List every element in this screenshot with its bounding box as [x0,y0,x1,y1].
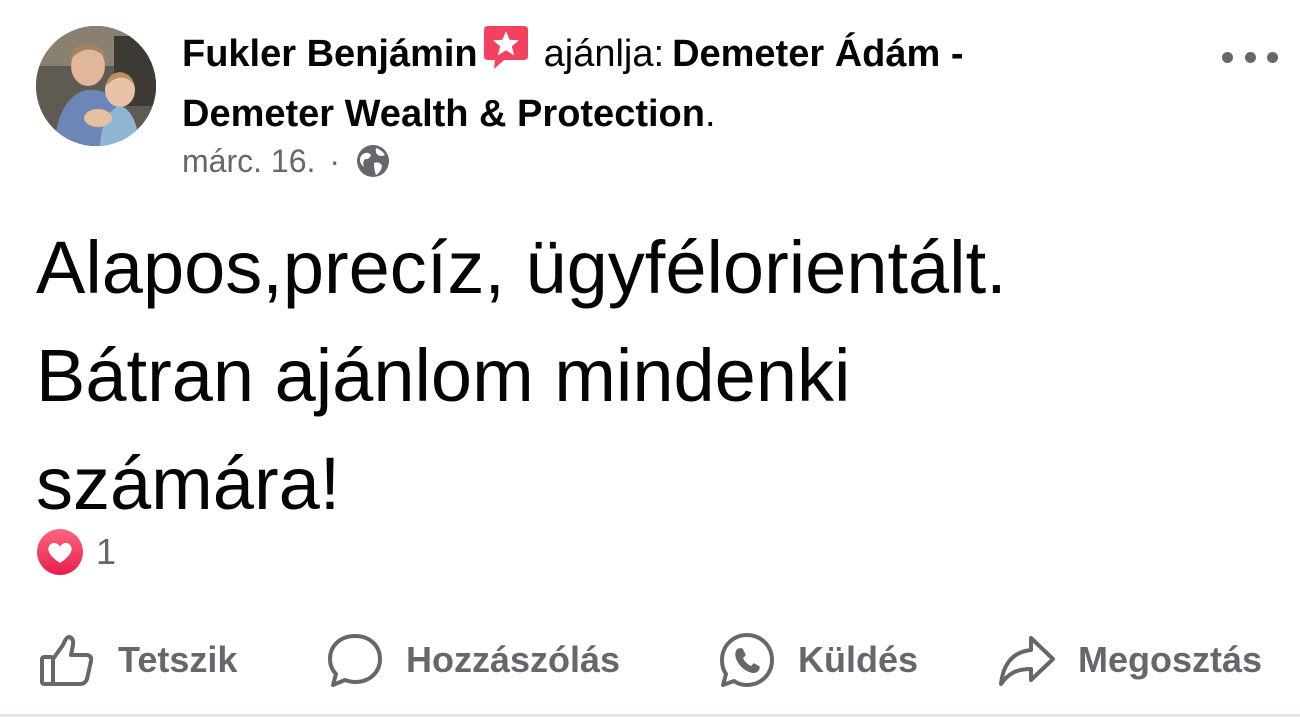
header-line-2: Demeter Wealth & Protection. [182,84,1192,144]
share-button[interactable]: Megosztás [998,620,1262,700]
action-bar: Tetszik Hozzászólás Küldés Megosztás [0,620,1300,700]
send-label: Küldés [798,639,919,680]
header-line-1: Fukler Benjámin ajánlja: Demeter Ádám - [182,22,1192,84]
post-body-line-2: Bátran ajánlom mindenki [36,334,851,417]
reaction-count: 1 [96,531,117,572]
post-body: Alapos,precíz, ügyfélorientált. Bátran a… [36,214,1236,538]
author-avatar[interactable] [36,26,156,146]
recommends-label: ajánlja: [543,33,665,75]
comment-button[interactable]: Hozzászólás [326,620,620,700]
author-name[interactable]: Fukler Benjámin [182,33,478,75]
heart-icon [36,528,84,576]
post-header: Fukler Benjámin ajánlja: Demeter Ádám - De… [182,22,1192,144]
speech-bubble-icon [326,631,384,689]
share-arrow-icon [998,631,1056,689]
recommended-page-name-cont[interactable]: Demeter Wealth & Protection [182,93,705,135]
send-button[interactable]: Küldés [718,620,918,700]
reaction-summary[interactable]: 1 [36,528,116,576]
thumbs-up-icon [38,631,96,689]
post-body-line-1: Alapos,precíz, ügyfélorientált. [36,226,1007,309]
more-dot [1267,51,1278,63]
globe-icon [354,142,392,180]
recommendation-badge-icon [482,22,530,70]
like-label: Tetszik [118,639,238,680]
recommended-page-name[interactable]: Demeter Ádám - [672,33,963,75]
post-body-line-3: számára! [36,442,341,525]
more-dot [1244,51,1256,63]
avatar-photo [36,26,156,146]
share-label: Megosztás [1078,639,1263,680]
post-meta: márc. 16. · [182,142,392,180]
post-date[interactable]: márc. 16. [182,143,315,180]
header-period: . [704,93,716,135]
more-options-icon[interactable] [1222,40,1278,74]
whatsapp-icon [718,631,776,689]
more-dot [1222,51,1233,63]
like-button[interactable]: Tetszik [38,620,237,700]
comment-label: Hozzászólás [406,639,621,680]
meta-separator: · [329,142,341,179]
recommendation-post: Fukler Benjámin ajánlja: Demeter Ádám - De… [0,0,1300,717]
